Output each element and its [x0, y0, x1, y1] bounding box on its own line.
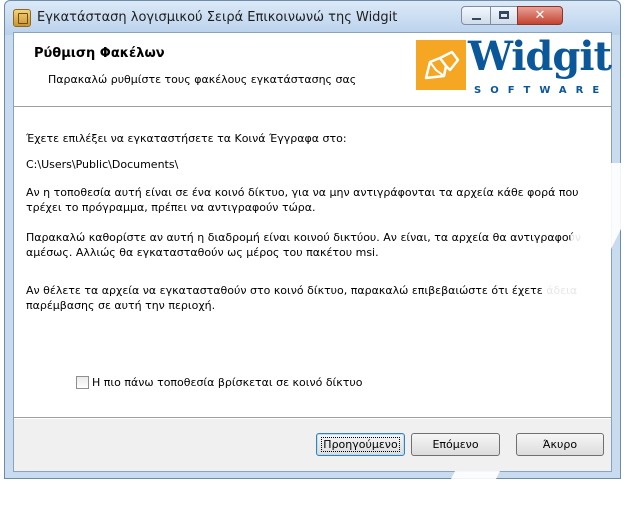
minimize-button[interactable]	[461, 6, 491, 25]
installer-app-icon	[13, 9, 31, 27]
back-button-label: Προηγούμενο	[321, 437, 400, 452]
maximize-icon	[499, 11, 509, 19]
widgit-logo-icon	[416, 40, 466, 90]
minimize-icon	[472, 18, 481, 20]
page-title: Ρύθμιση Φακέλων	[34, 46, 165, 61]
dialog-client-area: Ρύθμιση Φακέλων Παρακαλώ ρυθμίστε τους φ…	[13, 32, 625, 523]
close-icon: ✕	[534, 8, 546, 23]
window-title: Εγκατάσταση λογισμικού Σειρά Επικοινωνώ …	[37, 10, 398, 25]
maximize-button[interactable]	[490, 6, 518, 25]
installer-window: Εγκατάσταση λογισμικού Σειρά Επικοινωνώ …	[4, 0, 625, 523]
documents-path: C:\Users\Public\Documents\	[26, 158, 179, 171]
close-button[interactable]: ✕	[517, 6, 563, 25]
next-button[interactable]: Επόμενο	[411, 433, 500, 456]
network-info-text: Αν η τοποθεσία αυτή είναι σε ένα κοινό δ…	[26, 186, 579, 214]
page-subtitle: Παρακαλώ ρυθμίστε τους φακέλους εγκατάστ…	[48, 73, 357, 86]
widgit-logo-wordmark: Widgit	[468, 33, 612, 80]
dialog-footer: Προηγούμενο Επόμενο Άκυρο	[14, 419, 611, 471]
cancel-button[interactable]: Άκυρο	[516, 433, 604, 456]
intro-text: Έχετε επιλέξει να εγκαταστήσετε τα Κοινά…	[26, 132, 347, 145]
title-bar[interactable]: Εγκατάσταση λογισμικού Σειρά Επικοινωνώ …	[5, 1, 620, 35]
back-button[interactable]: Προηγούμενο	[316, 433, 405, 456]
permission-note-text: Αν θέλετε τα αρχεία να εγκατασταθούν στο…	[26, 284, 578, 312]
network-location-checkbox[interactable]	[76, 376, 89, 389]
dialog-header: Ρύθμιση Φακέλων Παρακαλώ ρυθμίστε τους φ…	[14, 33, 612, 106]
widgit-logo-tagline: SOFTWARE	[474, 85, 609, 96]
network-location-checkbox-label[interactable]: Η πιο πάνω τοποθεσία βρίσκεται σε κοινό …	[92, 376, 362, 389]
path-instruction-text: Παρακαλώ καθορίστε αν αυτή η διαδρομή εί…	[26, 231, 582, 259]
dialog-body: Έχετε επιλέξει να εγκαταστήσετε τα Κοινά…	[14, 108, 611, 408]
